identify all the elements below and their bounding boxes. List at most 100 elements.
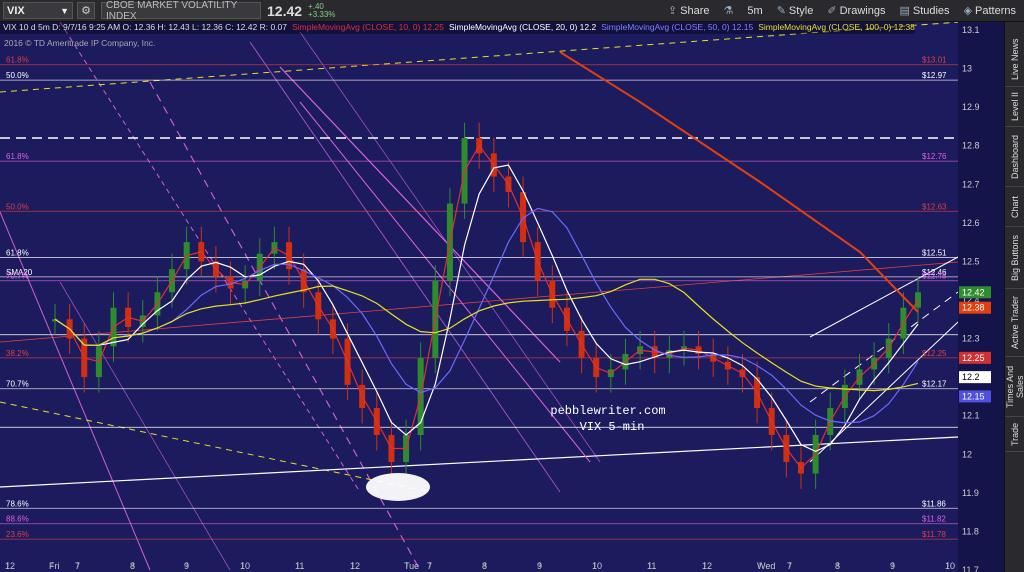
nav-times-and-sales[interactable]: Times And Sales [1005,357,1024,417]
drawings-label: Drawings [839,4,886,17]
studies-icon: ▤ [899,5,910,17]
flask-icon: ⚗ [723,5,734,17]
style-button[interactable]: ✎ Style [777,4,814,18]
time-tick: 11 [295,561,304,571]
nav-big-buttons[interactable]: Big Buttons [1005,227,1024,289]
time-tick: 10 [945,561,955,571]
nav-trade[interactable]: Trade [1005,417,1024,452]
nav-level-ii[interactable]: Level II [1005,87,1024,127]
drawings-button[interactable]: ✐ Drawings [827,4,886,18]
price-tick: 12.5 [962,256,980,266]
price-label: $12.25 [922,349,947,358]
price-tick: 13 [962,64,972,74]
time-tick: 7 [787,561,792,571]
trendline [59,22,361,493]
fib-label: 23.6% [6,530,29,539]
sma100-legend: SimpleMovingAvg (CLOSE, 100, 0) 12.38 [758,22,915,32]
price-label: $13.01 [922,56,947,65]
ohlc-readout: VIX 10 d 5m D: 9/7/16 9:25 AM O: 12.36 H… [3,22,287,32]
price-tick: 12.3 [962,334,980,344]
nav-chart[interactable]: Chart [1005,187,1024,227]
nav-dashboard[interactable]: Dashboard [1005,127,1024,187]
interval-button[interactable]: 5m [747,5,762,17]
time-tick: 8 [835,561,840,571]
fib-label: 61.8% [6,56,29,65]
share-button[interactable]: ⇪ Share [667,4,710,18]
price-axis: 13.11312.912.812.712.612.512.412.312.212… [958,22,1004,572]
price-tick: 12.7 [962,179,980,189]
copyright: 2016 © TD Ameritrade IP Company, Inc. [4,38,156,48]
nav-active-trader[interactable]: Active Trader [1005,289,1024,357]
price-label: $12.63 [922,202,947,211]
price-badge-text: 12.25 [962,353,985,363]
sma10-legend: SimpleMovingAvg (CLOSE, 10, 0) 12.25 [291,22,444,32]
patterns-label: Patterns [975,4,1016,17]
price-label: $12.97 [922,71,947,80]
fib-label: 78.6% [6,499,29,508]
trendline [0,401,431,493]
sma20-legend: SimpleMovingAvg (CLOSE, 20, 0) 12.2 [448,22,597,32]
study-legend: VIX 10 d 5m D: 9/7/16 9:25 AM O: 12.36 H… [0,22,915,34]
fib-label: 61.8% [6,249,29,258]
fib-label: 50.0% [6,202,29,211]
fib-label: 70.7% [6,272,29,281]
time-tick: 9 [184,561,189,571]
nav-live-news[interactable]: Live News [1005,32,1024,87]
symbol-text: VIX [7,4,25,17]
price-change: +.40 +3.33% [308,2,336,19]
symbol-description: CBOE MARKET VOLATILITY INDEX [101,0,261,22]
price-badge-text: 12.42 [962,287,985,297]
fib-label: 38.2% [6,349,29,358]
long-sma-line [559,51,919,313]
price-tick: 12.6 [962,218,980,228]
price-tick: 11.8 [962,526,979,536]
symbol-selector[interactable]: VIX ▼ [3,2,73,19]
price-badge-text: 12.15 [962,391,985,401]
share-icon: ⇪ [667,5,678,17]
price-label: $12.45 [922,272,947,281]
style-label: Style [788,4,814,17]
time-tick: 12 [5,561,15,571]
price-badge-text: 12.38 [962,303,985,313]
time-tick: 8 [482,561,487,571]
watermark-line-2: VIX 5-min [580,420,645,434]
moving-average-lines [54,51,919,469]
share-label: Share [680,4,710,17]
change-percent: +3.33% [308,9,336,19]
studies-button[interactable]: ▤ Studies [899,4,950,18]
price-chart[interactable]: 13.11312.912.812.712.612.512.412.312.212… [0,22,1004,572]
interval-label: 5m [747,4,763,17]
price-label: $12.76 [922,152,947,161]
flask-button[interactable]: ⚗ [724,4,734,17]
last-price: 12.42 [267,2,303,19]
time-tick: 11 [647,561,656,571]
studies-label: Studies [912,4,950,17]
time-tick: Tue [404,561,419,571]
price-tick: 13.1 [962,25,980,35]
trendline [0,261,959,343]
candlestick-series [52,122,921,489]
sma50-line [54,207,919,424]
time-tick: 7 [75,561,80,571]
price-label: $11.78 [922,530,946,539]
time-tick: 10 [240,561,250,571]
time-tick: 12 [702,561,712,571]
patterns-icon: ◈ [963,5,973,17]
fib-label: 50.0% [6,71,29,80]
chart-toolbar: VIX ▼ ⚙ CBOE MARKET VOLATILITY INDEX 12.4… [0,0,1024,22]
time-axis: 12 Fri 7 8 9 10 11 12 Tue 7 8 9 10 11 12 Wed 7 8 9 10 [5,561,955,571]
price-label: $12.51 [922,249,947,258]
patterns-button[interactable]: ◈ Patterns [963,4,1016,18]
right-nav: Live News Level II Dashboard Chart Big Butto… [1004,22,1024,572]
fib-labels: 61.8%50.0%61.8%50.0%61.8%SMA2070.7%38.2%… [6,56,947,539]
price-tick: 12.1 [962,411,980,421]
chart-area[interactable]: 13.11312.912.812.712.612.512.412.312.212… [0,22,1004,572]
price-label: $11.86 [922,499,946,508]
time-tick: 7 [427,561,432,571]
price-label: $12.17 [922,380,947,389]
fib-label: 61.8% [6,152,29,161]
time-tick: Wed [757,561,775,571]
sma10-line [54,144,919,469]
gear-icon[interactable]: ⚙ [77,2,95,19]
price-label: $11.82 [922,515,946,524]
